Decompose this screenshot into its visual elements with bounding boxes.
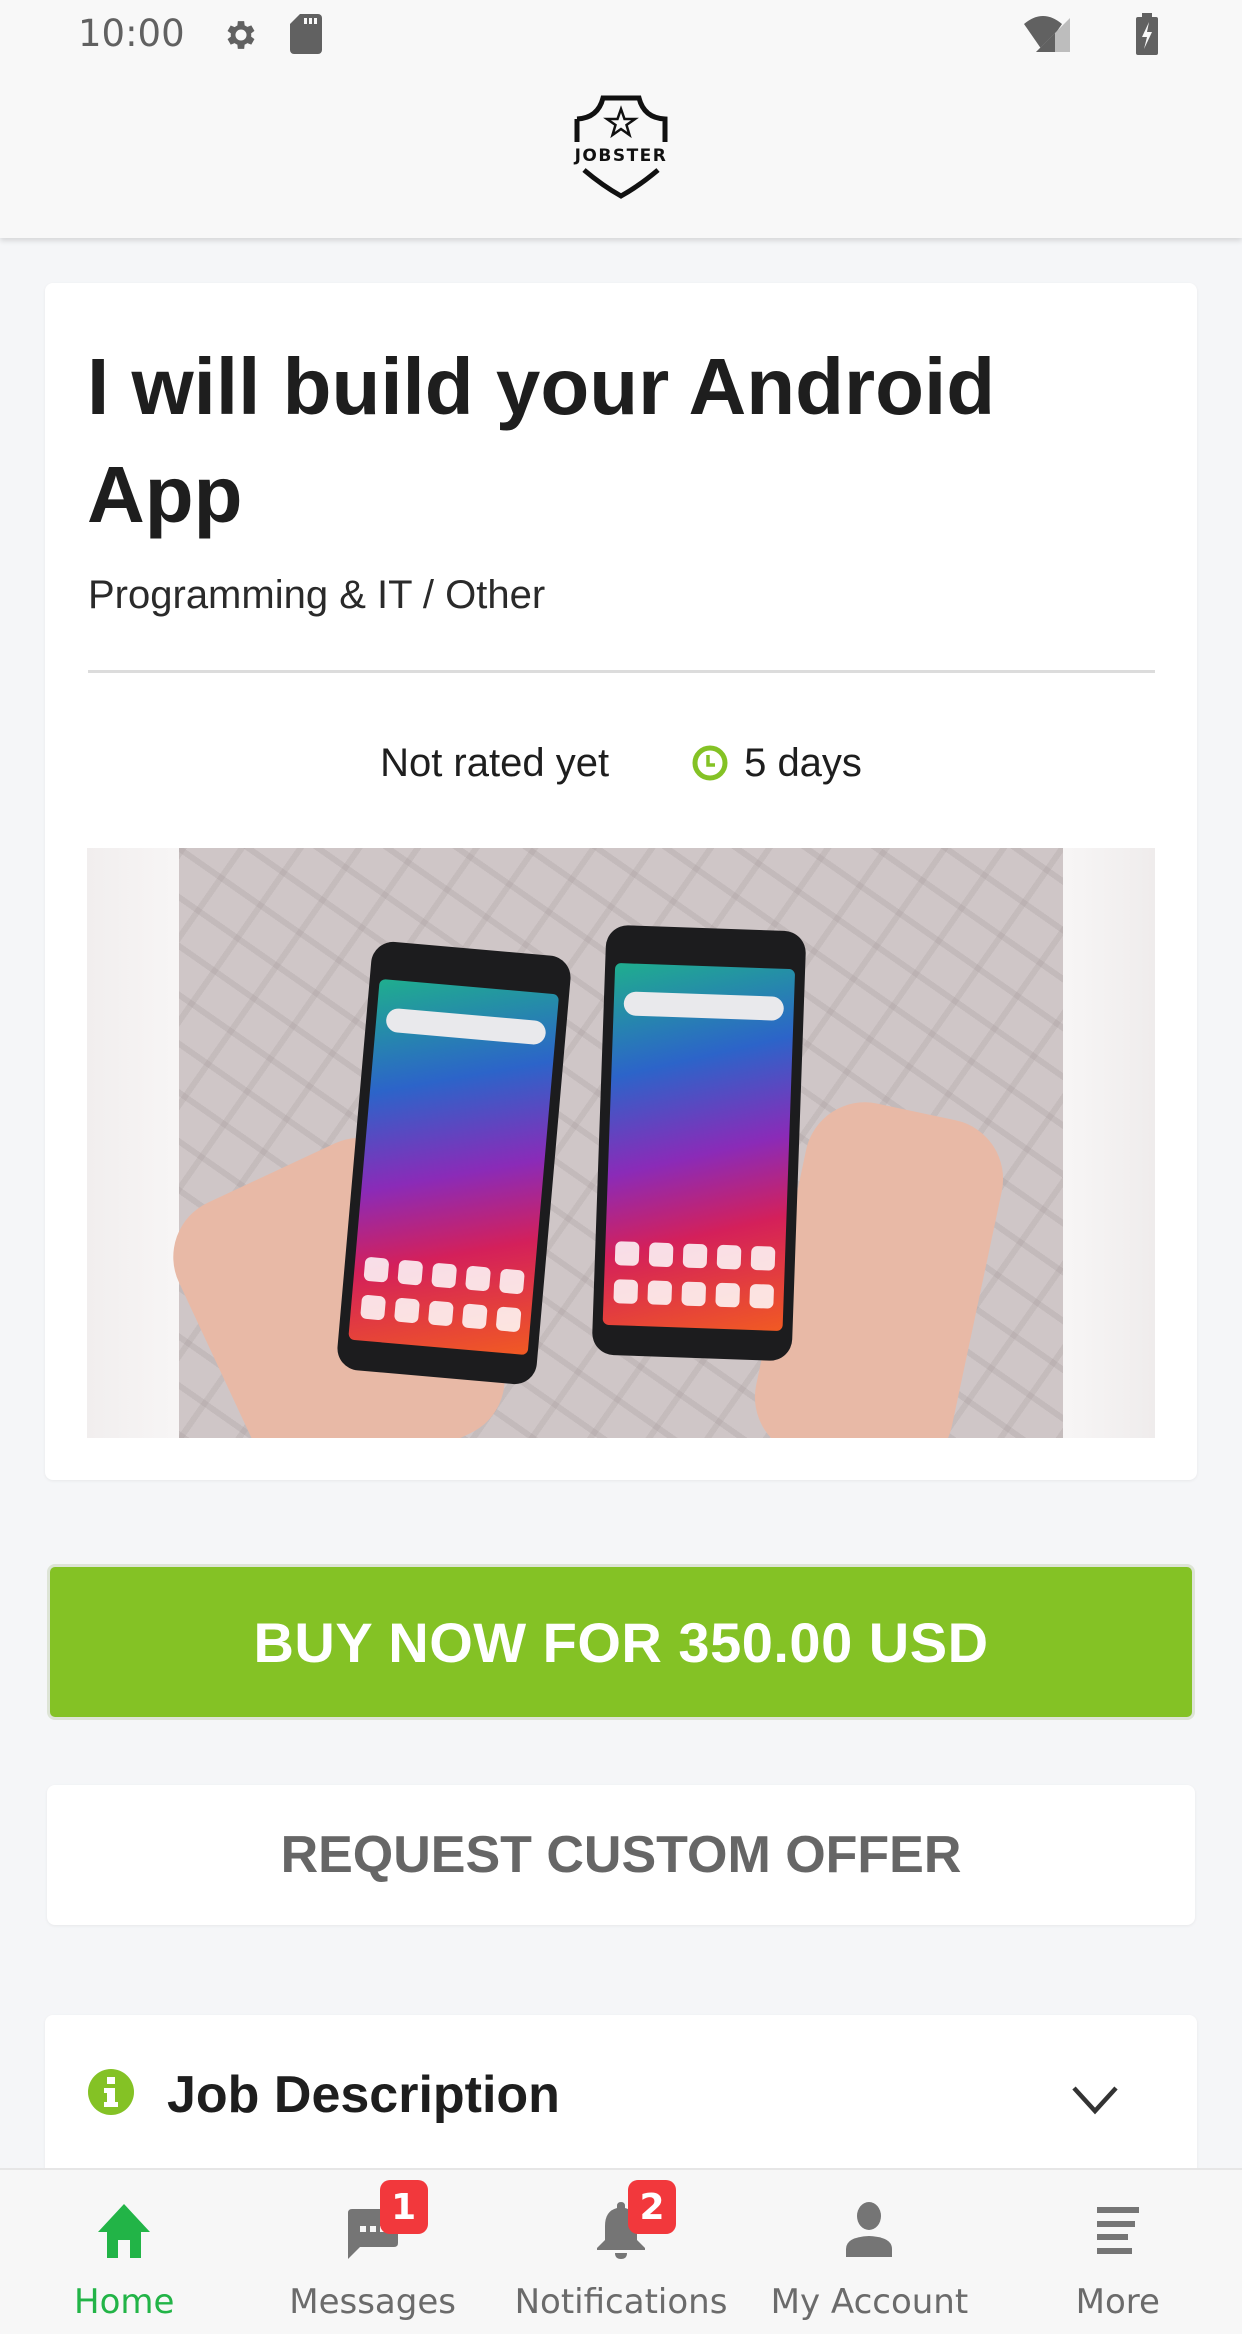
- nav-label: Messages: [289, 2282, 456, 2322]
- phone-dock: [613, 1279, 775, 1309]
- job-category[interactable]: Programming & IT / Other: [88, 573, 545, 618]
- bottom-nav: Home 1 Messages 2 Notifications My Accou…: [0, 2168, 1242, 2334]
- phone-right: [591, 924, 807, 1362]
- delivery-time: 5 days: [691, 741, 862, 786]
- phone-apps: [363, 1256, 525, 1295]
- nav-more[interactable]: More: [994, 2170, 1242, 2334]
- nav-label: My Account: [770, 2282, 969, 2322]
- buy-now-button[interactable]: BUY NOW FOR 350.00 USD: [47, 1564, 1195, 1720]
- job-title: I will build your Android App: [87, 342, 996, 539]
- home-icon: [96, 2198, 152, 2262]
- settings-icon: [222, 16, 260, 59]
- sd-card-icon: [290, 14, 322, 59]
- status-time: 10:00: [78, 12, 185, 55]
- request-custom-offer-button[interactable]: REQUEST CUSTOM OFFER: [47, 1785, 1195, 1925]
- status-bar: 10:00: [0, 0, 1242, 70]
- job-meta: Not rated yet 5 days: [45, 733, 1197, 793]
- delivery-time-value: 5 days: [744, 740, 862, 785]
- nav-label: More: [1075, 2282, 1160, 2322]
- phone-searchbar: [623, 991, 785, 1021]
- phone-screen: [602, 962, 796, 1332]
- nav-messages[interactable]: 1 Messages: [248, 2170, 496, 2334]
- notifications-badge: 2: [628, 2180, 677, 2234]
- phone-apps: [614, 1241, 776, 1271]
- battery-charging-icon: [1135, 13, 1159, 60]
- job-image[interactable]: [87, 848, 1155, 1438]
- nav-home[interactable]: Home: [0, 2170, 248, 2334]
- divider: [88, 670, 1155, 673]
- photo-two-phones: [153, 848, 1063, 1438]
- phone-left: [335, 940, 573, 1386]
- job-description-title: Job Description: [167, 2066, 560, 2124]
- nav-my-account[interactable]: My Account: [745, 2170, 993, 2334]
- phone-searchbar: [385, 1007, 547, 1046]
- jobster-logo: JOBSTER: [568, 94, 674, 200]
- logo-text: JOBSTER: [574, 146, 668, 166]
- app-header: 10:00 JOBSTER: [0, 0, 1242, 238]
- nav-notifications[interactable]: 2 Notifications: [497, 2170, 745, 2334]
- nav-label: Notifications: [514, 2282, 728, 2322]
- phone-screen: [348, 978, 560, 1356]
- cell-signal-icon: [1036, 16, 1070, 59]
- menu-icon: [1095, 2198, 1141, 2262]
- clock-icon: [692, 745, 728, 781]
- chevron-down-icon[interactable]: [1071, 2085, 1119, 2120]
- person-icon: [844, 2198, 894, 2262]
- phone-dock: [360, 1294, 522, 1333]
- job-card: I will build your Android App Programmin…: [45, 283, 1197, 1480]
- messages-badge: 1: [379, 2180, 428, 2234]
- info-icon: [87, 2068, 135, 2121]
- nav-label: Home: [74, 2282, 175, 2322]
- rating-status: Not rated yet: [380, 740, 610, 785]
